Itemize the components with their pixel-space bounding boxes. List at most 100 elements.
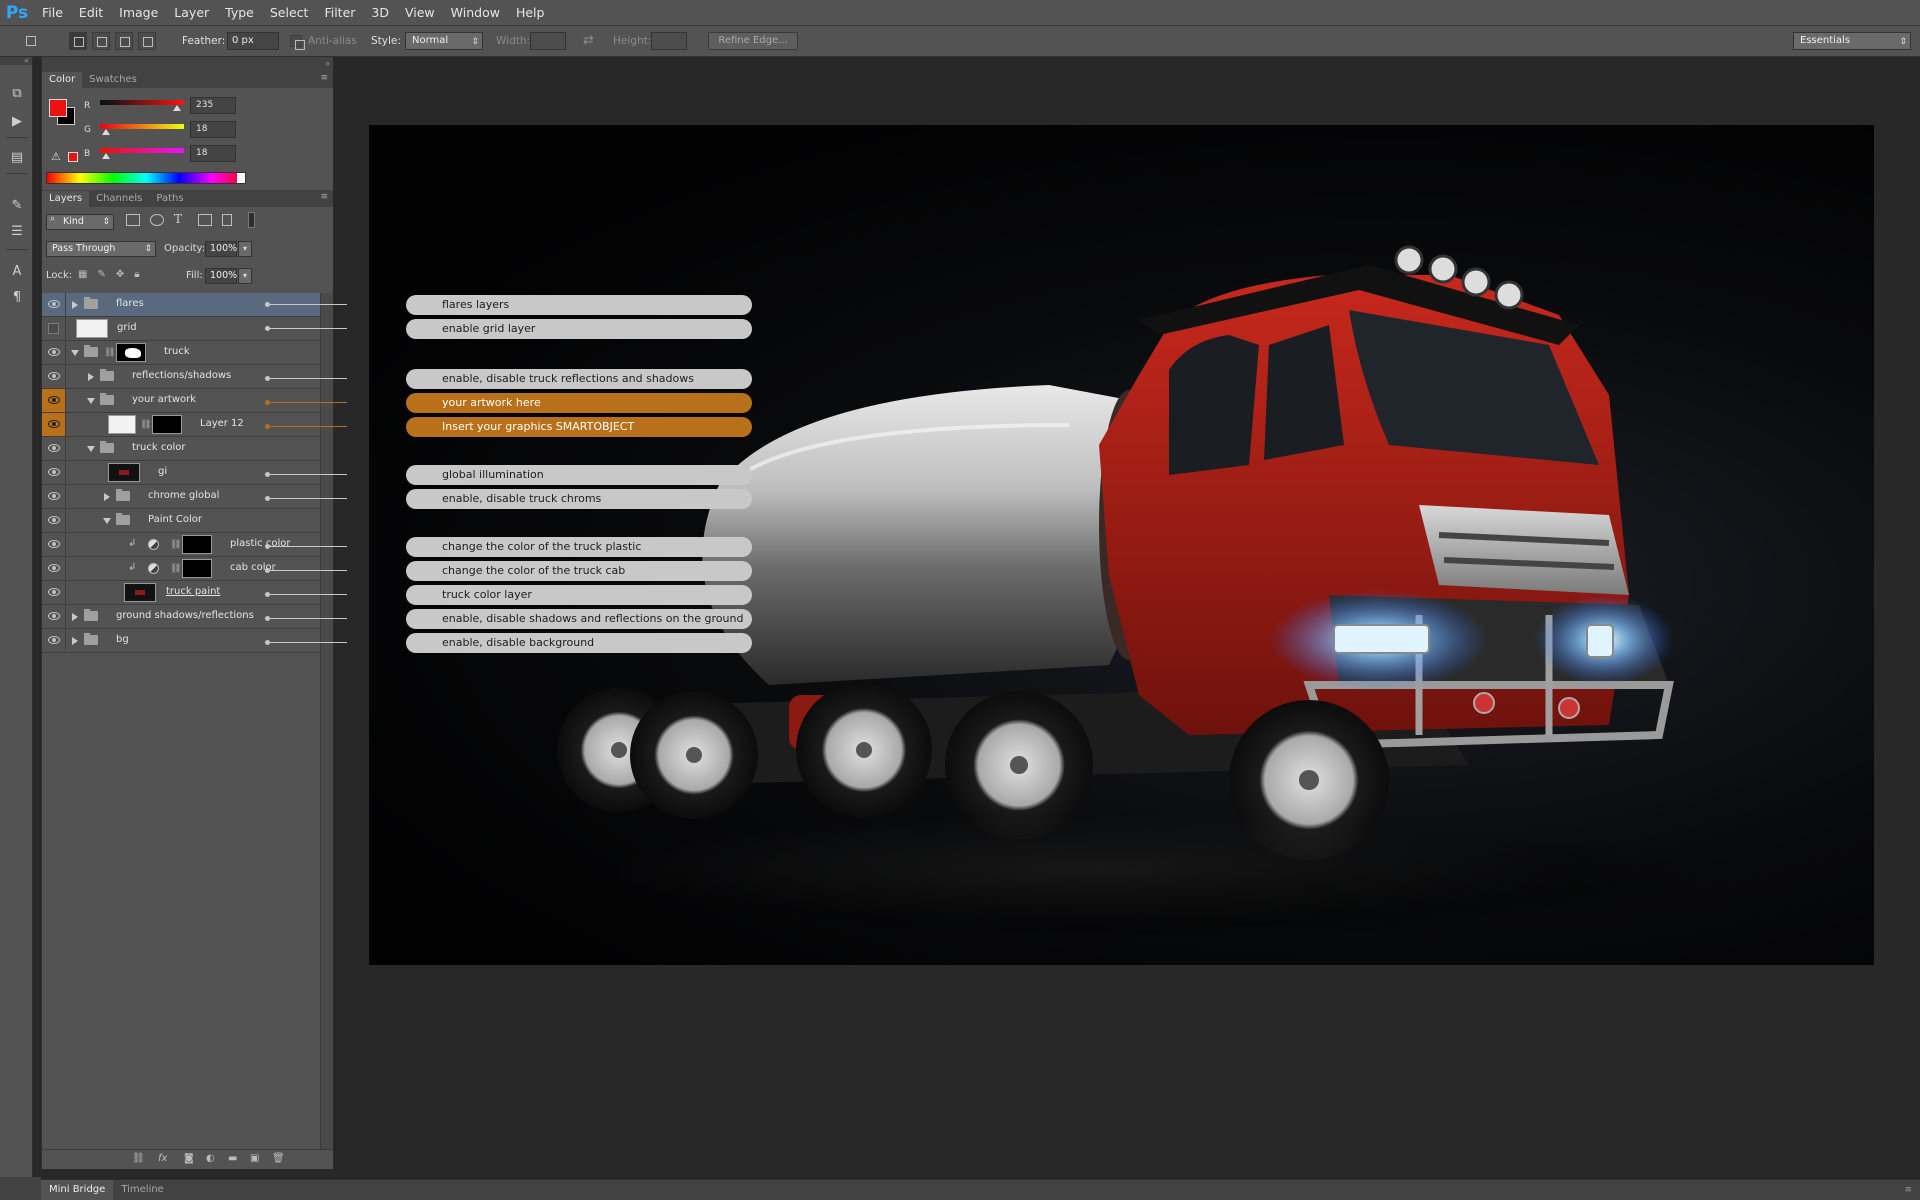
menu-3d[interactable]: 3D — [363, 0, 397, 26]
out-of-gamut-warning-icon[interactable]: ⚠ — [51, 150, 61, 163]
swap-dimensions-icon[interactable]: ⇄ — [583, 32, 594, 50]
menu-select[interactable]: Select — [262, 0, 317, 26]
layer-row-cab-color[interactable]: ↲ ⛓ cab color — [42, 557, 320, 581]
visibility-toggle[interactable] — [42, 293, 66, 316]
paragraph-icon[interactable]: ¶ — [8, 289, 26, 307]
shape-filter-icon[interactable] — [198, 214, 212, 226]
layers-scrollbar[interactable] — [320, 293, 334, 1153]
layer-row-grid[interactable]: grid — [42, 317, 320, 341]
subtract-selection-icon[interactable] — [115, 32, 133, 50]
layer-row-flares[interactable]: flares — [42, 293, 320, 317]
filter-toggle-icon[interactable] — [248, 212, 255, 228]
layer-row-plastic-color[interactable]: ↲ ⛓ plastic color — [42, 533, 320, 557]
layer-row-truck-paint[interactable]: truck paint — [42, 581, 320, 605]
add-to-selection-icon[interactable] — [92, 32, 110, 50]
character-styles-icon[interactable]: ▤ — [8, 149, 26, 167]
bottom-panel-menu-icon[interactable]: ≡ — [1904, 1180, 1920, 1200]
new-layer-icon[interactable]: ▣ — [250, 1153, 259, 1164]
visibility-toggle[interactable] — [42, 341, 66, 364]
menu-type[interactable]: Type — [217, 0, 262, 26]
new-group-icon[interactable]: ▬ — [228, 1153, 237, 1164]
green-slider[interactable] — [100, 124, 184, 129]
red-slider-thumb[interactable] — [173, 105, 181, 111]
type-filter-icon[interactable]: T — [174, 212, 182, 226]
opacity-dropdown-icon[interactable]: ▾ — [238, 241, 252, 257]
add-mask-icon[interactable]: ◙ — [184, 1153, 194, 1164]
collapse-arrow-icon[interactable] — [103, 518, 111, 524]
visibility-toggle[interactable] — [42, 317, 66, 340]
history-icon[interactable]: ⧉ — [8, 85, 26, 103]
smart-object-filter-icon[interactable] — [222, 214, 232, 226]
collapse-arrow-icon[interactable] — [87, 446, 95, 452]
menu-file[interactable]: File — [34, 0, 71, 26]
layer-row-ground-shadows[interactable]: ground shadows/reflections — [42, 605, 320, 629]
green-slider-thumb[interactable] — [102, 129, 110, 135]
visibility-toggle[interactable] — [42, 605, 66, 628]
visibility-toggle[interactable] — [42, 629, 66, 652]
gamut-swatch[interactable] — [68, 152, 78, 162]
red-value-input[interactable]: 235 — [190, 97, 236, 114]
new-selection-icon[interactable] — [69, 32, 87, 50]
layer-row-your-artwork[interactable]: your artwork — [42, 389, 320, 413]
visibility-toggle[interactable] — [42, 365, 66, 388]
layer-row-truck[interactable]: ⛓ truck — [42, 341, 320, 365]
marquee-tool-preset-icon[interactable] — [22, 32, 42, 50]
delete-layer-icon[interactable]: 🗑︎ — [272, 1153, 285, 1164]
visibility-toggle[interactable] — [42, 509, 66, 532]
expand-arrow-icon[interactable] — [72, 613, 78, 621]
menu-layer[interactable]: Layer — [166, 0, 217, 26]
tab-swatches[interactable]: Swatches — [82, 72, 144, 88]
layer-row-layer-12[interactable]: ⛓ Layer 12 — [42, 413, 320, 437]
antialias-checkbox[interactable] — [290, 35, 305, 50]
layer-row-paint-color[interactable]: Paint Color — [42, 509, 320, 533]
collapse-toolbar-icon[interactable]: « — [0, 57, 32, 65]
blue-value-input[interactable]: 18 — [190, 145, 236, 162]
tab-paths[interactable]: Paths — [149, 191, 190, 207]
menu-filter[interactable]: Filter — [316, 0, 363, 26]
menu-image[interactable]: Image — [111, 0, 166, 26]
layer-kind-filter[interactable]: Kind — [46, 214, 114, 230]
height-input[interactable] — [651, 32, 687, 50]
visibility-toggle[interactable] — [42, 485, 66, 508]
layer-row-gi[interactable]: gi — [42, 461, 320, 485]
visibility-toggle[interactable] — [42, 413, 66, 436]
layer-row-chrome-global[interactable]: chrome global — [42, 485, 320, 509]
layer-row-reflections-shadows[interactable]: reflections/shadows — [42, 365, 320, 389]
adjustments-icon[interactable]: ☰ — [8, 223, 26, 241]
tab-channels[interactable]: Channels — [89, 191, 149, 207]
tab-layers[interactable]: Layers — [42, 191, 90, 207]
blue-slider-thumb[interactable] — [102, 153, 110, 159]
expand-arrow-icon[interactable] — [104, 493, 110, 501]
pixel-filter-icon[interactable] — [126, 214, 140, 226]
visibility-toggle[interactable] — [42, 389, 66, 412]
foreground-color-swatch[interactable] — [49, 99, 67, 117]
canvas-area[interactable]: flares layers enable grid layer enable, … — [265, 57, 1920, 1185]
layer-style-icon[interactable]: fx — [158, 1153, 167, 1164]
menu-help[interactable]: Help — [508, 0, 553, 26]
menu-window[interactable]: Window — [443, 0, 508, 26]
lock-icons[interactable]: ▦✎✥🔒︎ — [78, 269, 150, 280]
red-slider[interactable] — [100, 100, 184, 105]
visibility-toggle[interactable] — [42, 461, 66, 484]
green-value-input[interactable]: 18 — [190, 121, 236, 138]
visibility-toggle[interactable] — [42, 557, 66, 580]
layer-row-truck-color[interactable]: truck color — [42, 437, 320, 461]
refine-edge-button[interactable]: Refine Edge... — [708, 32, 798, 50]
new-adjustment-icon[interactable]: ◐ — [206, 1153, 215, 1164]
opacity-input[interactable]: 100% — [205, 241, 237, 257]
fill-input[interactable]: 100% — [205, 268, 237, 284]
feather-input[interactable]: 0 px — [227, 32, 279, 50]
visibility-toggle[interactable] — [42, 581, 66, 604]
panel-collapse-icon[interactable]: » — [42, 57, 334, 71]
tab-color[interactable]: Color — [42, 72, 83, 88]
expand-arrow-icon[interactable] — [88, 373, 94, 381]
width-input[interactable] — [530, 32, 566, 50]
blue-slider[interactable] — [100, 148, 184, 153]
expand-arrow-icon[interactable] — [72, 301, 78, 309]
adjustment-filter-icon[interactable] — [150, 214, 164, 226]
menu-view[interactable]: View — [397, 0, 443, 26]
intersect-selection-icon[interactable] — [138, 32, 156, 50]
brush-presets-icon[interactable]: ✎ — [8, 197, 26, 215]
link-layers-icon[interactable]: ⛓ — [132, 1153, 145, 1164]
tab-timeline[interactable]: Timeline — [113, 1180, 172, 1200]
